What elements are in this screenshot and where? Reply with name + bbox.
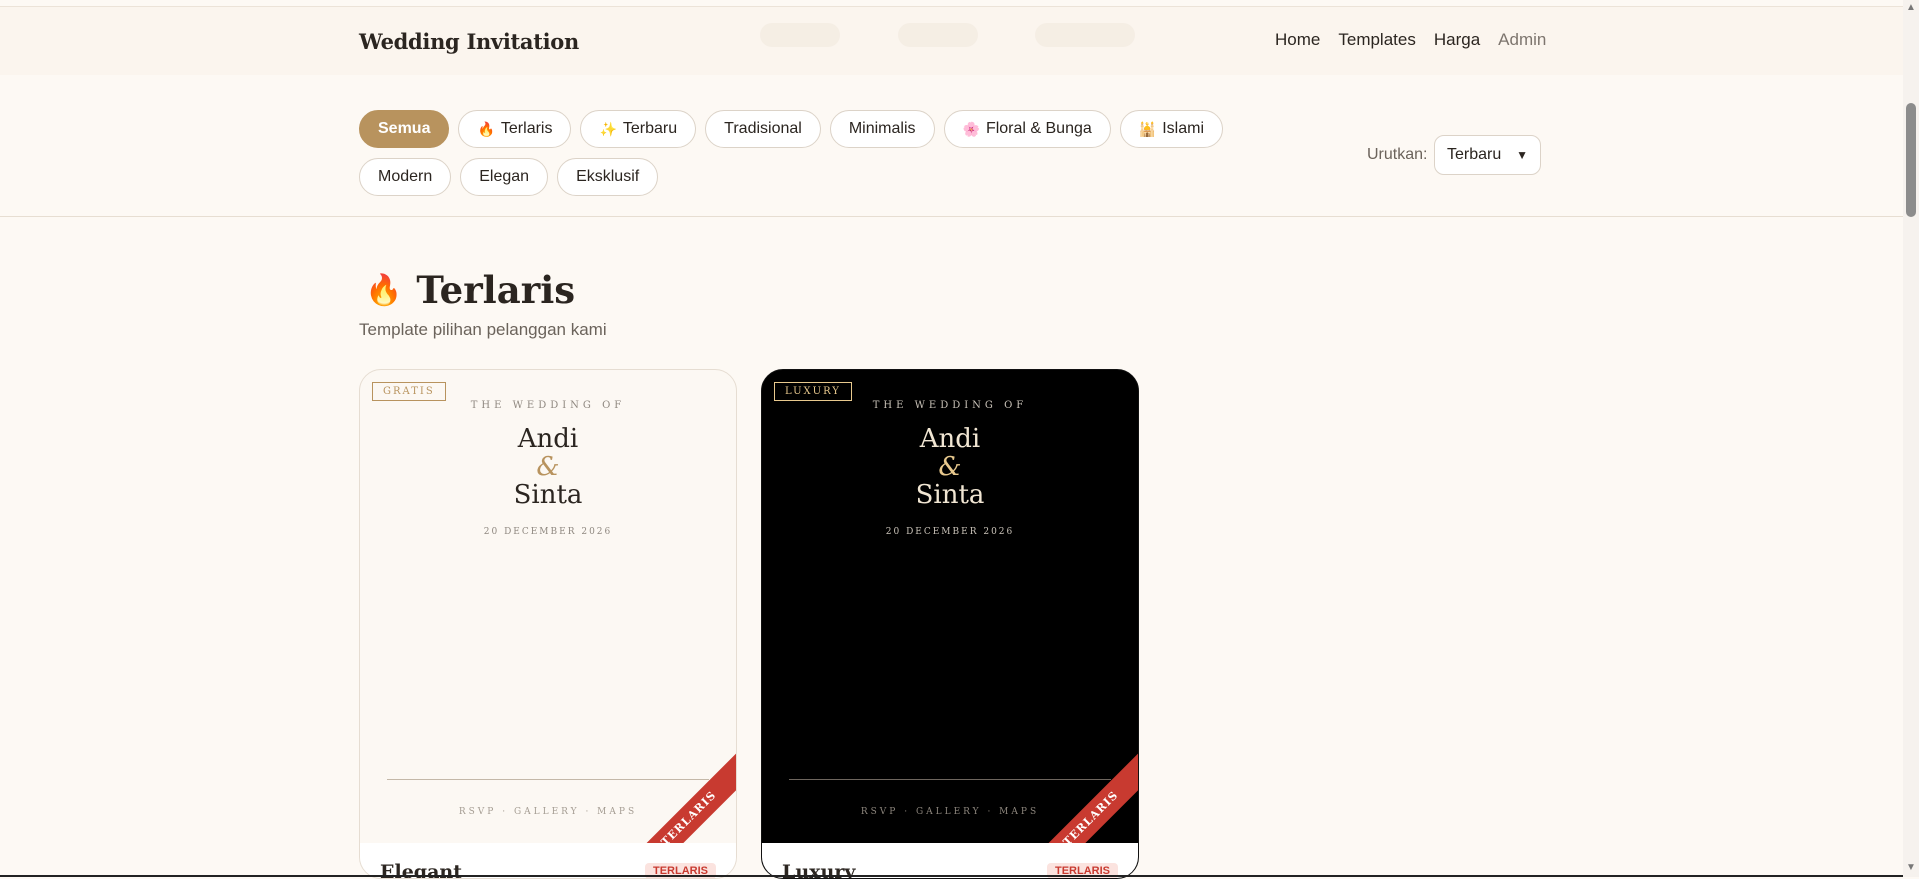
faded-nav-placeholder bbox=[898, 23, 978, 47]
scroll-up-arrow-icon[interactable]: ▲ bbox=[1906, 2, 1916, 13]
sort-value: Terbaru bbox=[1447, 146, 1502, 163]
sort-select[interactable]: Terbaru ▼ bbox=[1434, 135, 1541, 175]
main-nav: Home Templates Harga Admin bbox=[1275, 30, 1546, 50]
fire-icon: 🔥 bbox=[477, 120, 495, 137]
chip-islami[interactable]: 🕌 Islami bbox=[1119, 110, 1223, 148]
mosque-icon: 🕌 bbox=[1138, 120, 1157, 137]
groom-name: Andi bbox=[517, 424, 579, 454]
nav-templates[interactable]: Templates bbox=[1338, 30, 1415, 50]
ampersand: & bbox=[938, 452, 962, 482]
section-subtitle: Template pilihan pelanggan kami bbox=[359, 320, 607, 339]
couple-names: Andi & Sinta bbox=[360, 425, 736, 509]
plan-badge: LUXURY bbox=[774, 382, 852, 401]
chip-label: Tradisional bbox=[724, 120, 802, 137]
chip-elegan[interactable]: Elegan bbox=[460, 158, 549, 196]
bride-name: Sinta bbox=[915, 480, 985, 510]
fire-icon: 🔥 bbox=[365, 272, 403, 308]
sort-label: Urutkan: bbox=[1367, 146, 1428, 163]
category-chips: Semua 🔥 Terlaris ✨ Terbaru Tradisional M… bbox=[359, 110, 1319, 196]
brand-logo[interactable]: Wedding Invitation bbox=[359, 29, 579, 54]
wedding-date: 20 DECEMBER 2026 bbox=[885, 527, 1015, 537]
chip-semua[interactable]: Semua bbox=[359, 110, 450, 148]
chip-label: Modern bbox=[378, 168, 433, 185]
scroll-down-arrow-icon[interactable]: ▼ bbox=[1906, 862, 1916, 873]
chip-label: Semua bbox=[378, 120, 431, 137]
faded-nav-placeholder bbox=[1035, 23, 1135, 47]
divider bbox=[789, 779, 1111, 780]
chip-floral[interactable]: 🌸 Floral & Bunga bbox=[943, 110, 1111, 148]
chip-label: Islami bbox=[1162, 120, 1204, 137]
chip-modern[interactable]: Modern bbox=[359, 158, 452, 196]
section-title-text: Terlaris bbox=[416, 268, 576, 312]
filter-bar: Semua 🔥 Terlaris ✨ Terbaru Tradisional M… bbox=[0, 75, 1903, 217]
chip-label: Elegan bbox=[479, 168, 530, 185]
chip-label: Eksklusif bbox=[576, 168, 640, 185]
scrollbar-thumb[interactable] bbox=[1906, 103, 1916, 217]
template-card-luxury[interactable]: LUXURY THE WEDDING OF Andi & Sinta 20 DE… bbox=[761, 369, 1139, 879]
nav-admin[interactable]: Admin bbox=[1498, 30, 1546, 50]
faded-nav-placeholder bbox=[760, 23, 840, 47]
chip-label: Minimalis bbox=[848, 120, 916, 137]
chevron-down-icon: ▼ bbox=[1516, 148, 1528, 162]
plan-badge: GRATIS bbox=[372, 382, 446, 401]
section-title: 🔥 Terlaris bbox=[365, 268, 575, 312]
wedding-of-text: THE WEDDING OF bbox=[470, 400, 626, 411]
divider bbox=[387, 779, 709, 780]
card-footer: Luxury TERLARIS bbox=[762, 843, 1138, 878]
nav-harga[interactable]: Harga bbox=[1434, 30, 1480, 50]
wedding-date: 20 DECEMBER 2026 bbox=[483, 527, 613, 537]
chip-label: Terbaru bbox=[622, 120, 678, 137]
bride-name: Sinta bbox=[513, 480, 583, 510]
card-footer: Elegant TERLARIS bbox=[360, 843, 736, 878]
chip-minimalis[interactable]: Minimalis bbox=[829, 110, 935, 148]
groom-name: Andi bbox=[919, 424, 981, 454]
template-card-elegant[interactable]: GRATIS THE WEDDING OF Andi & Sinta 20 DE… bbox=[359, 369, 737, 879]
chip-terlaris[interactable]: 🔥 Terlaris bbox=[458, 110, 572, 148]
sparkles-icon: ✨ bbox=[599, 120, 617, 137]
top-navbar: Wedding Invitation Home Templates Harga … bbox=[0, 6, 1903, 76]
flower-icon: 🌸 bbox=[962, 120, 980, 137]
chip-eksklusif[interactable]: Eksklusif bbox=[557, 158, 659, 196]
ampersand: & bbox=[536, 452, 560, 482]
chip-terbaru[interactable]: ✨ Terbaru bbox=[580, 110, 697, 148]
chip-tradisional[interactable]: Tradisional bbox=[705, 110, 821, 148]
chip-label: Terlaris bbox=[500, 120, 553, 137]
chip-label: Floral & Bunga bbox=[985, 120, 1092, 137]
nav-home[interactable]: Home bbox=[1275, 30, 1320, 50]
wedding-of-text: THE WEDDING OF bbox=[872, 400, 1028, 411]
couple-names: Andi & Sinta bbox=[762, 425, 1138, 509]
